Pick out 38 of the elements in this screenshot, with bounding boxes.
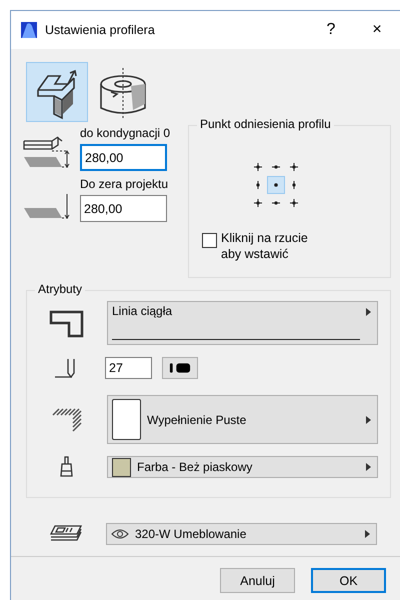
point-marker-icon xyxy=(253,162,263,172)
popup-value: Farba - Beż piaskowy xyxy=(137,460,252,474)
mode-button[interactable] xyxy=(26,62,88,122)
point-marker-icon xyxy=(289,162,299,172)
ok-button[interactable]: OK xyxy=(311,568,386,593)
help-button[interactable]: ? xyxy=(308,11,354,49)
anchor-point[interactable] xyxy=(267,176,285,194)
window-title: Ustawienia profilera xyxy=(45,23,156,37)
fill-popup[interactable]: Wypełnienie Puste xyxy=(107,395,378,444)
arrow-icon xyxy=(366,308,371,316)
point-marker-icon xyxy=(271,180,281,190)
arrow-icon xyxy=(366,463,371,471)
app-logo-icon xyxy=(21,22,37,38)
group-title: Punkt odniesienia profilu xyxy=(197,117,334,131)
arrow-icon xyxy=(365,530,370,538)
elevation-field[interactable]: 280,00 xyxy=(80,195,167,222)
field-label: Do zera projektu xyxy=(80,176,170,192)
popup-value: Wypełnienie Puste xyxy=(147,412,246,426)
point-marker-icon xyxy=(253,198,263,208)
popup-value: Linia ciągła xyxy=(112,304,174,318)
close-button[interactable]: × xyxy=(354,11,400,49)
checkbox[interactable] xyxy=(202,233,217,248)
hatch-fill-icon xyxy=(51,406,83,432)
elevation-field[interactable]: 280,00 xyxy=(80,144,167,171)
pen-field[interactable]: 27 xyxy=(105,357,152,379)
arrow-icon xyxy=(366,416,371,424)
checkbox-label: Kliknij na rzucie aby wstawić xyxy=(221,230,309,262)
line-type-popup[interactable]: Linia ciągła xyxy=(107,301,378,345)
line-type-icon xyxy=(49,308,85,338)
popup-value: 320-W Umeblowanie xyxy=(135,527,246,541)
cancel-button[interactable]: Anuluj xyxy=(220,568,295,593)
pen-weight-button[interactable] xyxy=(162,357,198,379)
point-marker-icon xyxy=(289,198,299,208)
field-label: do kondygnacji 0 xyxy=(80,125,172,141)
layer-popup[interactable]: 320-W Umeblowanie xyxy=(106,523,377,545)
surface-popup[interactable]: Farba - Beż piaskowy xyxy=(107,456,378,478)
group-title: Atrybuty xyxy=(35,282,86,296)
pen-weight-icon xyxy=(169,362,191,374)
